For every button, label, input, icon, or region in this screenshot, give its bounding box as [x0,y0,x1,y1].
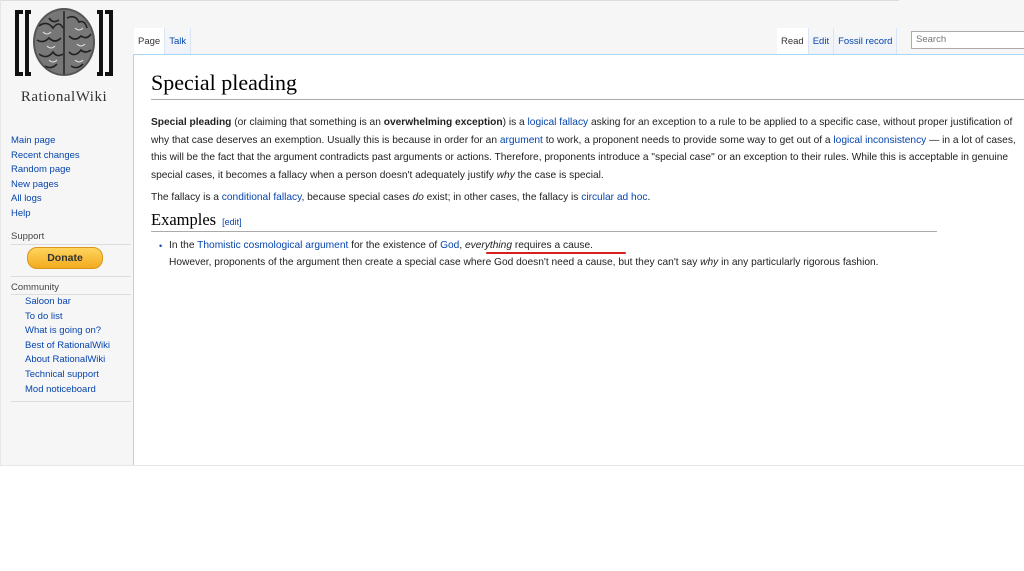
sidebar: RationalWiki Main page Recent changes Ra… [1,0,133,465]
examples-list: • In the Thomistic cosmological argument… [159,238,1019,271]
tab-read[interactable]: Read [777,28,809,54]
nav-about[interactable]: About RationalWiki [11,353,131,368]
nav-what-is-going-on[interactable]: What is going on? [11,324,131,339]
view-tabs: Read Edit Fossil record [777,28,898,54]
link-god[interactable]: God [440,240,459,251]
nav-random-page[interactable]: Random page [11,163,131,178]
donate-button[interactable]: Donate [27,247,103,269]
text: . [647,192,651,203]
top-border [1,0,899,1]
text: However, proponents of the argument then… [169,256,701,268]
italic-do: do [412,192,424,203]
page-title: Special pleading [151,70,298,95]
community-divider-bottom [11,401,131,402]
nav-help[interactable]: Help [11,207,131,222]
text: (or claiming that something is an [231,117,384,128]
emphasis-bold: overwhelming exception [383,117,503,128]
text: exist; in other cases, the fallacy is [423,192,582,203]
nav-saloon-bar[interactable]: Saloon bar [11,295,131,310]
italic-why: why [496,169,515,181]
section-heading-examples: Examples [edit] [151,210,242,230]
term-bold: Special pleading [151,117,232,128]
italic-why-2: why [700,256,719,268]
tab-history[interactable]: Fossil record [834,28,898,54]
nav-technical-support[interactable]: Technical support [11,368,131,383]
logo-text: RationalWiki [20,89,108,105]
nav-mod-noticeboard[interactable]: Mod noticeboard [11,383,131,398]
italic-everything: everything [465,240,513,251]
link-circular-ad-hoc[interactable]: circular ad hoc [581,192,647,203]
title-divider [151,99,1024,100]
second-paragraph: The fallacy is a conditional fallacy, be… [151,189,1021,207]
list-item-continuation: However, proponents of the argument then… [159,255,1019,272]
site-logo[interactable]: RationalWiki [9,6,119,106]
text: , because special cases [301,192,413,203]
text: The fallacy is a [151,192,222,203]
link-logical-fallacy[interactable]: logical fallacy [528,117,589,128]
search-input[interactable]: Search [911,31,1024,49]
support-divider [11,244,131,245]
tab-talk[interactable]: Talk [165,28,192,54]
wiki-window: RationalWiki Main page Recent changes Ra… [0,0,1024,466]
link-thomistic-argument[interactable]: Thomistic cosmological argument [197,240,348,251]
text: the case is special. [514,169,604,181]
red-underline-annotation [486,252,626,254]
nav-best-of[interactable]: Best of RationalWiki [11,339,131,354]
support-heading: Support [11,231,45,242]
link-logical-inconsistency[interactable]: logical inconsistency [833,135,926,146]
main-nav: Main page Recent changes Random page New… [11,134,131,222]
link-conditional-fallacy[interactable]: conditional fallacy [222,192,302,203]
namespace-tabs: Page Talk [134,28,192,54]
tab-page[interactable]: Page [134,28,166,54]
nav-main-page[interactable]: Main page [11,134,131,149]
text: to work, a proponent needs to provide so… [542,134,834,146]
section-edit-link[interactable]: [edit] [222,217,242,227]
community-divider-top [11,276,131,277]
text: in any particularly rigorous fashion. [718,256,879,268]
nav-new-pages[interactable]: New pages [11,178,131,193]
section-divider [151,231,937,232]
intro-paragraph: Special pleading (or claiming that somet… [151,114,1021,184]
text: requires a cause. [512,240,593,251]
nav-to-do-list[interactable]: To do list [11,310,131,325]
text: In the [169,240,198,251]
brain-logo-icon [15,8,113,76]
section-heading-text: Examples [151,210,217,229]
link-argument[interactable]: argument [500,135,543,146]
text: for the existence of [348,240,441,251]
nav-all-logs[interactable]: All logs [11,192,131,207]
nav-recent-changes[interactable]: Recent changes [11,149,131,164]
text: ) is a [502,117,528,128]
tab-edit[interactable]: Edit [808,28,835,54]
bullet-icon: • [159,241,163,251]
community-heading: Community [11,282,60,293]
community-nav: Saloon bar To do list What is going on? … [11,295,131,397]
